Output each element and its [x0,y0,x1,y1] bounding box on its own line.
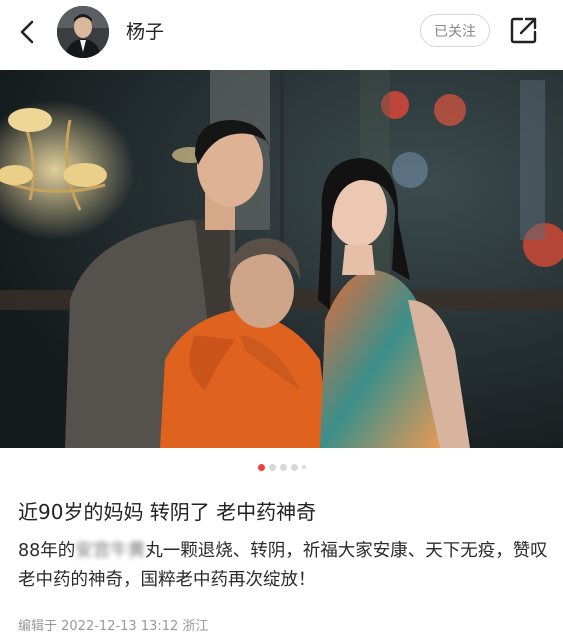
family-photo [0,70,563,448]
post-body: 88年的安宫牛黄丸一颗退烧、转阴，祈福大家安康、天下无疫，赞叹老中药的神奇，国粹… [18,537,548,595]
share-icon [510,17,537,44]
back-button[interactable] [14,18,42,46]
carousel-dot[interactable] [268,463,276,471]
carousel-dot[interactable] [279,463,287,471]
username[interactable]: 杨子 [126,17,164,44]
share-button[interactable] [509,15,539,45]
chevron-left-icon [20,20,34,44]
post-photo[interactable] [0,70,563,448]
post-body-blurred: 安宫牛黄 [75,541,146,561]
carousel-indicator [0,461,563,473]
carousel-dot[interactable] [257,463,265,471]
post-meta: 编辑于 2022-12-13 13:12 浙江 [18,619,209,634]
top-bar: 杨子 已关注 [0,0,563,70]
post-title: 近90岁的妈妈 转阴了 老中药神奇 [18,500,317,524]
follow-button[interactable]: 已关注 [420,14,490,47]
carousel-dot[interactable] [301,465,306,469]
avatar[interactable] [57,6,109,58]
carousel-dot[interactable] [290,463,298,471]
avatar-image [57,6,109,58]
post-body-start: 88年的 [18,541,76,561]
